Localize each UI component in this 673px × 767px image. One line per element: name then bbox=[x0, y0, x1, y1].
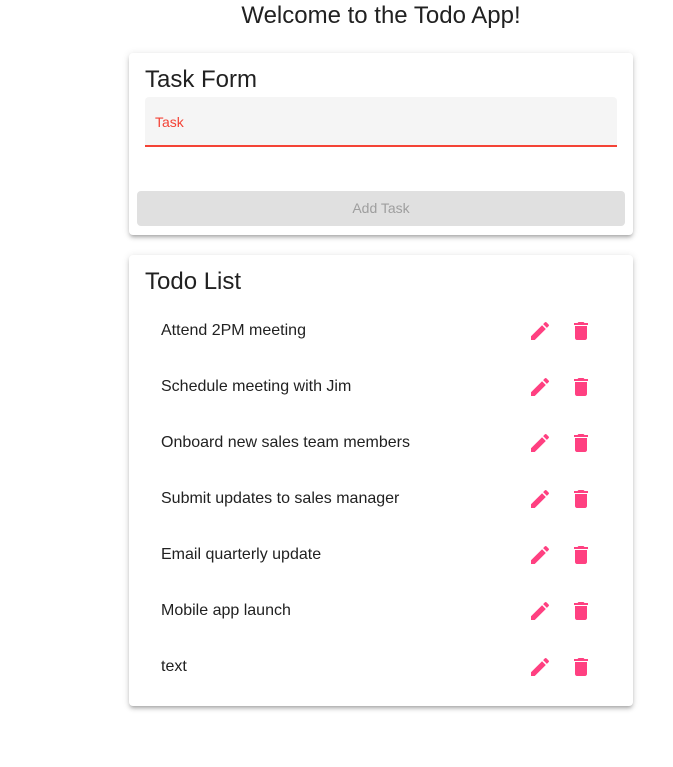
delete-button[interactable] bbox=[569, 375, 593, 399]
pencil-icon bbox=[531, 601, 550, 620]
pencil-icon bbox=[531, 489, 550, 508]
trash-icon bbox=[574, 490, 588, 508]
task-field[interactable]: Task bbox=[145, 97, 617, 147]
todo-item-text: Submit updates to sales manager bbox=[161, 490, 400, 507]
edit-button[interactable] bbox=[528, 319, 552, 343]
todo-item: Submit updates to sales manager bbox=[129, 471, 633, 527]
delete-button[interactable] bbox=[569, 487, 593, 511]
todo-item: Schedule meeting with Jim bbox=[129, 359, 633, 415]
page-title: Welcome to the Todo App! bbox=[241, 2, 521, 29]
delete-button[interactable] bbox=[569, 543, 593, 567]
pencil-icon bbox=[531, 657, 550, 676]
delete-button[interactable] bbox=[569, 655, 593, 679]
edit-button[interactable] bbox=[528, 375, 552, 399]
edit-button[interactable] bbox=[528, 431, 552, 455]
delete-button[interactable] bbox=[569, 431, 593, 455]
trash-icon bbox=[574, 378, 588, 396]
todo-item-text: Onboard new sales team members bbox=[161, 434, 410, 451]
trash-icon bbox=[574, 322, 588, 340]
trash-icon bbox=[574, 658, 588, 676]
todo-item-text: Schedule meeting with Jim bbox=[161, 378, 352, 395]
todo-item: text bbox=[129, 639, 633, 695]
todo-item-text: Mobile app launch bbox=[161, 602, 291, 619]
todo-list-card: Todo List Attend 2PM meeting Schedule me… bbox=[129, 255, 633, 706]
delete-button[interactable] bbox=[569, 319, 593, 343]
trash-icon bbox=[574, 546, 588, 564]
todo-item-text: Attend 2PM meeting bbox=[161, 322, 306, 339]
edit-button[interactable] bbox=[528, 599, 552, 623]
trash-icon bbox=[574, 434, 588, 452]
pencil-icon bbox=[531, 433, 550, 452]
todo-item: Onboard new sales team members bbox=[129, 415, 633, 471]
pencil-icon bbox=[531, 377, 550, 396]
pencil-icon bbox=[531, 545, 550, 564]
task-input[interactable] bbox=[155, 121, 609, 145]
todo-item-text: Email quarterly update bbox=[161, 546, 322, 563]
task-form-card: Task Form Task Add Task bbox=[129, 53, 633, 235]
edit-button[interactable] bbox=[528, 655, 552, 679]
trash-icon bbox=[574, 602, 588, 620]
todo-item: Email quarterly update bbox=[129, 527, 633, 583]
delete-button[interactable] bbox=[569, 599, 593, 623]
todo-list: Attend 2PM meeting Schedule meeting with… bbox=[129, 303, 633, 695]
task-form-title: Task Form bbox=[145, 66, 258, 93]
edit-button[interactable] bbox=[528, 487, 552, 511]
todo-list-title: Todo List bbox=[145, 268, 242, 295]
add-task-button[interactable]: Add Task bbox=[137, 191, 625, 226]
pencil-icon bbox=[531, 321, 550, 340]
todo-item-text: text bbox=[161, 658, 187, 675]
todo-item: Mobile app launch bbox=[129, 583, 633, 639]
todo-item: Attend 2PM meeting bbox=[129, 303, 633, 359]
edit-button[interactable] bbox=[528, 543, 552, 567]
